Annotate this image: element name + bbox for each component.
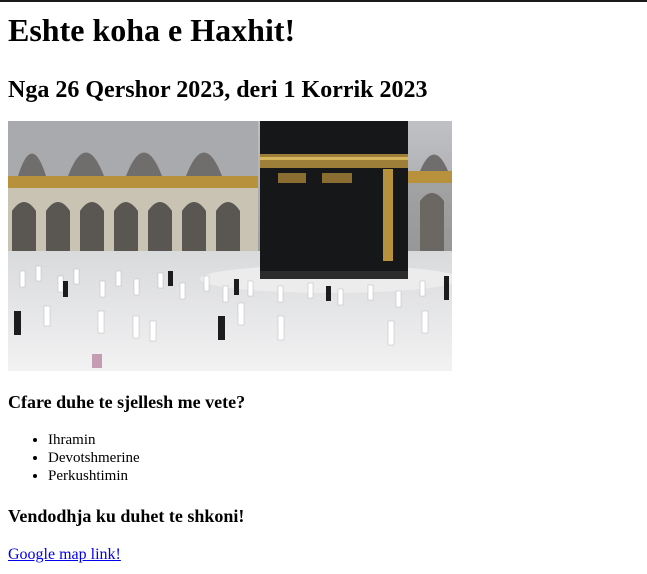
list-item: Devotshmerine [48,449,638,467]
packing-list: Ihramin Devotshmerine Perkushtimin [8,431,638,485]
packing-question: Cfare duhe te sjellesh me vete? [8,392,246,412]
page-content: Eshte koha e Haxhit! Nga 26 Qershor 2023… [8,0,638,564]
page-title: Eshte koha e Haxhit! [8,12,296,48]
kaaba-photo [8,121,452,371]
google-map-link[interactable]: Google map link! [8,546,121,564]
location-heading: Vendodhja ku duhet te shkoni! [8,506,245,526]
list-item: Perkushtimin [48,467,638,485]
page-subtitle: Nga 26 Qershor 2023, deri 1 Korrik 2023 [8,77,428,103]
list-item: Ihramin [48,431,638,449]
